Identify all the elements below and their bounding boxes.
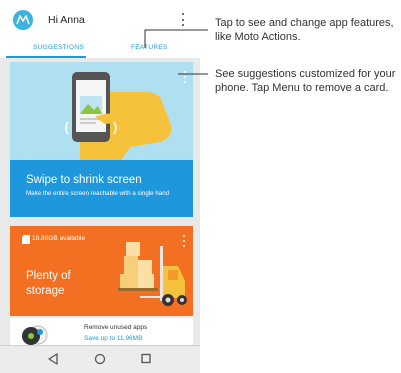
callout-leader-lines bbox=[144, 29, 208, 75]
features-callout: Tap to see and change app features, like… bbox=[215, 17, 394, 43]
suggestions-callout: See suggestions customized for your phon… bbox=[215, 68, 396, 94]
